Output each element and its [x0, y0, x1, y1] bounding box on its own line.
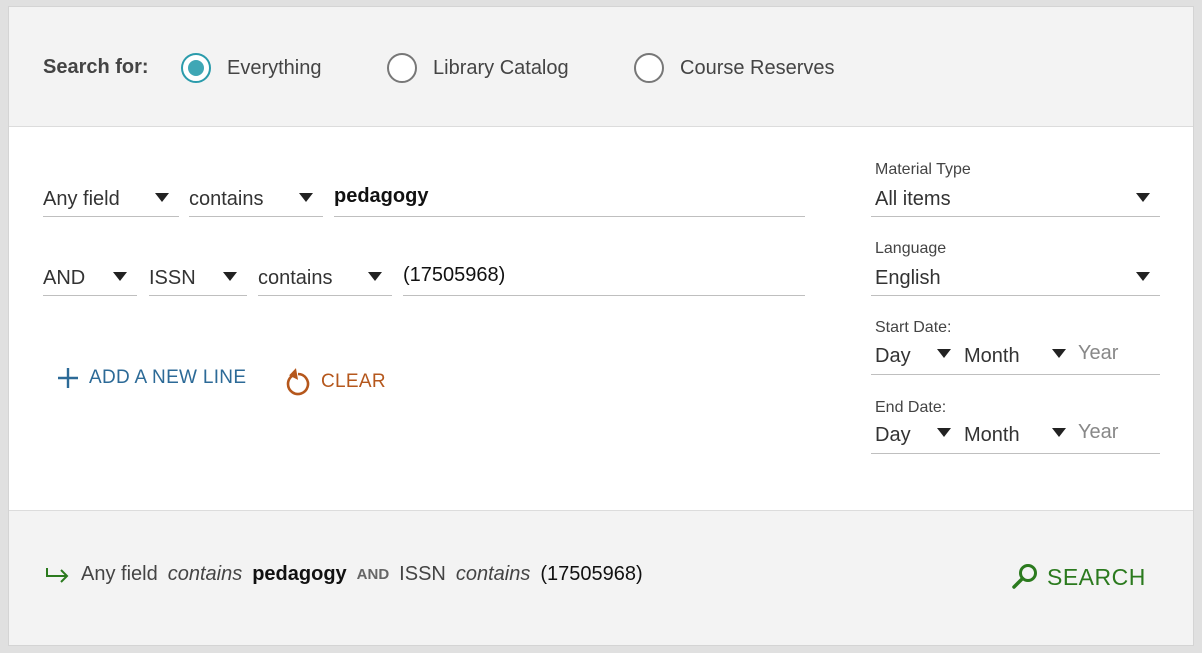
- query-summary-bar: Any field contains pedagogy AND ISSN con…: [9, 510, 1193, 645]
- radio-course-reserves[interactable]: Course Reserves: [634, 51, 835, 85]
- scope-label: Search for:: [43, 56, 149, 78]
- line1-operator-select[interactable]: contains: [189, 177, 323, 217]
- search-button[interactable]: SEARCH: [1011, 563, 1146, 591]
- summary-field1: Any field: [81, 563, 158, 585]
- caret-down-icon: [113, 272, 127, 281]
- caret-down-icon: [1136, 193, 1150, 202]
- radio-unselected-icon: [387, 53, 417, 83]
- scope-bar: Search for: Everything Library Catalog C…: [9, 7, 1193, 127]
- advanced-search-panel: Search for: Everything Library Catalog C…: [8, 6, 1194, 646]
- caret-down-icon[interactable]: [1052, 428, 1066, 437]
- caret-down-icon: [368, 272, 382, 281]
- summary-op2: contains: [455, 563, 531, 585]
- caret-down-icon[interactable]: [937, 349, 951, 358]
- query-summary: Any field contains pedagogy AND ISSN con…: [45, 563, 653, 586]
- end-year-input[interactable]: Year: [1078, 421, 1118, 444]
- plus-icon: [58, 368, 78, 388]
- line1-search-input[interactable]: pedagogy: [334, 177, 805, 217]
- language-select[interactable]: English: [871, 256, 1160, 296]
- start-year-input[interactable]: Year: [1078, 342, 1118, 365]
- clear-button[interactable]: CLEAR: [285, 367, 386, 397]
- line1-field-select[interactable]: Any field: [43, 177, 179, 217]
- start-day-select[interactable]: Day: [875, 345, 911, 368]
- summary-op1: contains: [167, 563, 243, 585]
- summary-boolean: AND: [356, 566, 390, 583]
- refresh-icon: [286, 368, 310, 396]
- end-month-select[interactable]: Month: [964, 424, 1020, 447]
- line2-operator-select[interactable]: contains: [258, 256, 392, 296]
- start-date-row: Day Month Year: [871, 329, 1160, 375]
- summary-value1: pedagogy: [252, 563, 347, 585]
- arrow-right-icon: [46, 567, 69, 583]
- material-type-select[interactable]: All items: [871, 177, 1160, 217]
- caret-down-icon: [1136, 272, 1150, 281]
- caret-down-icon[interactable]: [937, 428, 951, 437]
- caret-down-icon: [299, 193, 313, 202]
- radio-unselected-icon: [634, 53, 664, 83]
- add-new-line-button[interactable]: ADD A NEW LINE: [57, 367, 246, 389]
- radio-everything[interactable]: Everything: [181, 51, 322, 85]
- line2-search-input[interactable]: (17505968): [403, 256, 805, 296]
- radio-library-catalog[interactable]: Library Catalog: [387, 51, 569, 85]
- caret-down-icon: [223, 272, 237, 281]
- radio-selected-icon: [181, 53, 211, 83]
- end-day-select[interactable]: Day: [875, 424, 911, 447]
- caret-down-icon[interactable]: [1052, 349, 1066, 358]
- caret-down-icon: [155, 193, 169, 202]
- line2-boolean-select[interactable]: AND: [43, 256, 137, 296]
- summary-field2: ISSN: [399, 563, 446, 585]
- search-icon: [1012, 564, 1037, 589]
- start-month-select[interactable]: Month: [964, 345, 1020, 368]
- end-date-row: Day Month Year: [871, 408, 1160, 454]
- line2-field-select[interactable]: ISSN: [149, 256, 247, 296]
- summary-value2: (17505968): [540, 563, 643, 585]
